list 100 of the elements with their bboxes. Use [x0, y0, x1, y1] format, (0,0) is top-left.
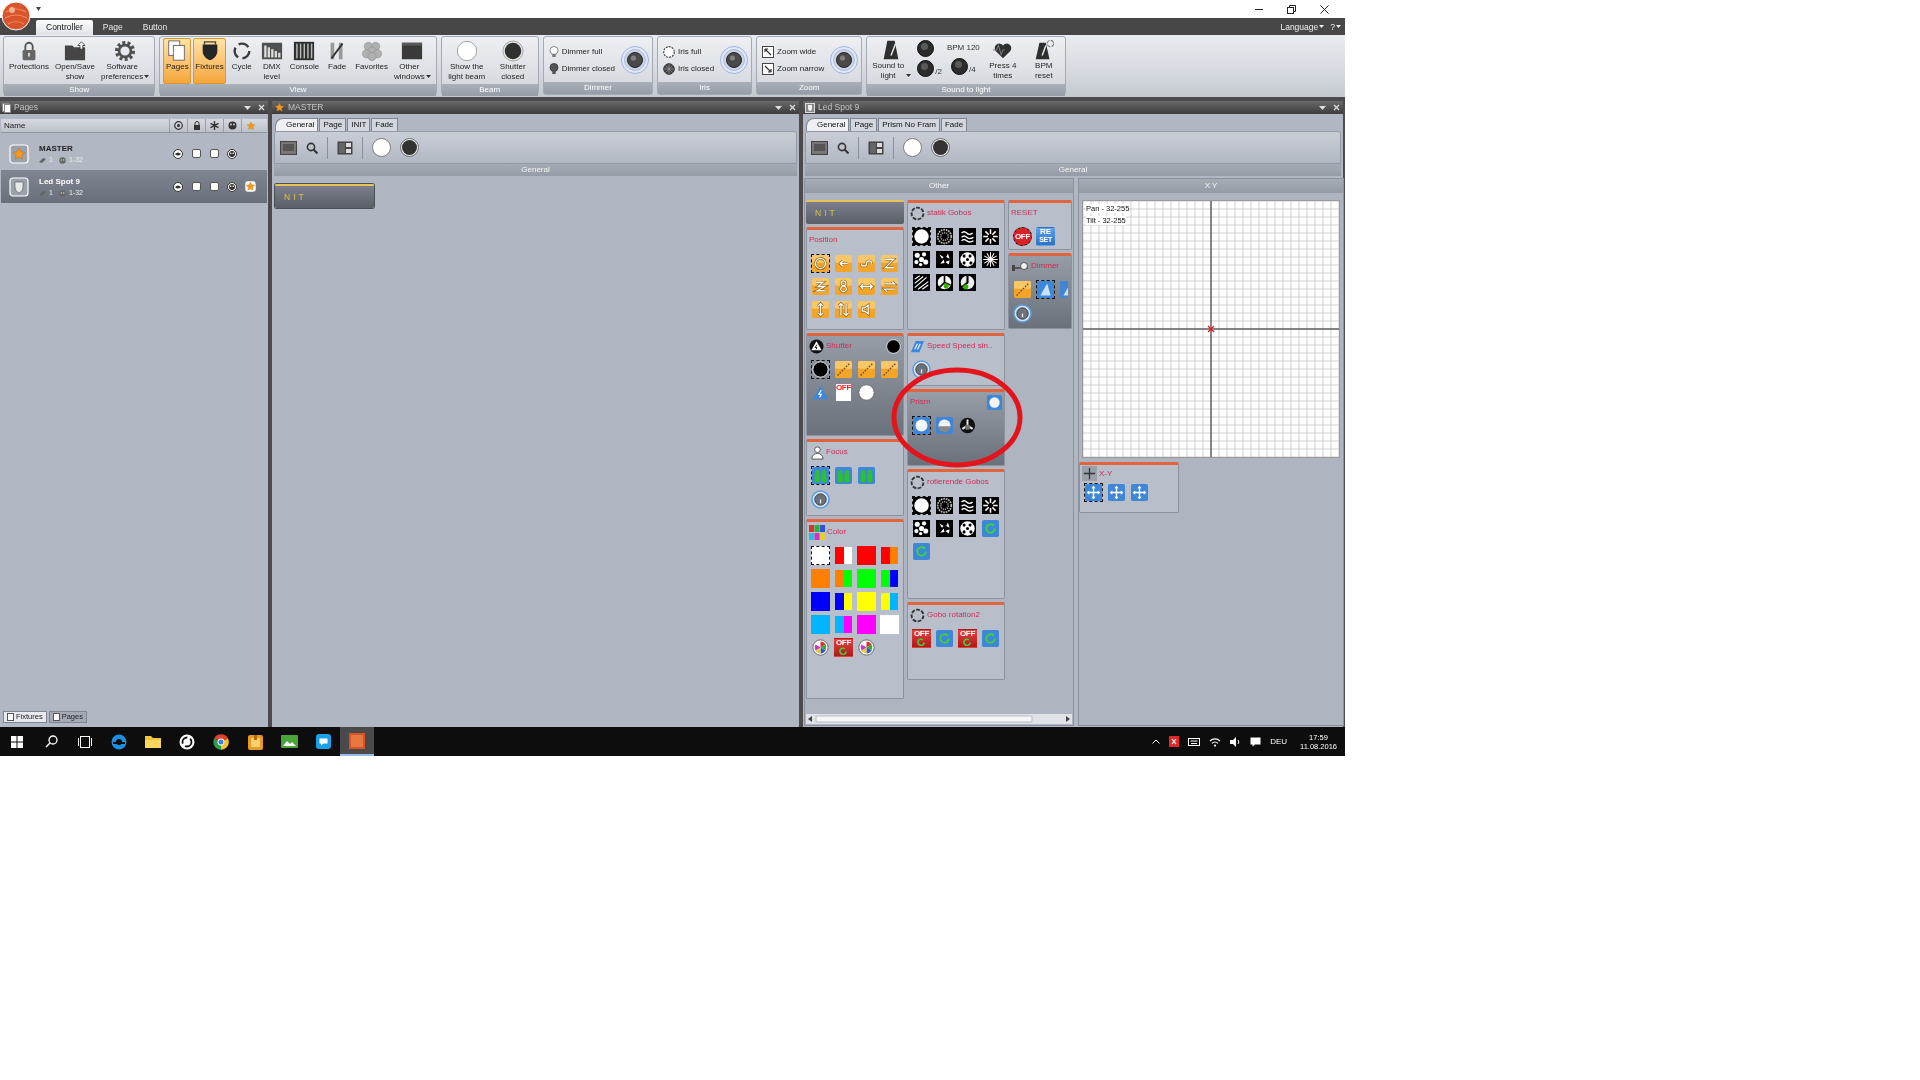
disc-icon[interactable] — [903, 138, 922, 157]
restore-icon[interactable] — [1287, 4, 1296, 14]
layout-icon[interactable] — [868, 140, 884, 155]
ribbon-small-button[interactable]: Iris full — [663, 45, 715, 58]
off-button[interactable]: OFF — [958, 629, 977, 648]
color-swatch[interactable] — [834, 546, 853, 565]
color-swatch[interactable] — [811, 592, 830, 611]
ringed-disc-icon[interactable] — [400, 138, 419, 157]
gobo-icon[interactable] — [935, 496, 954, 515]
face-icon[interactable] — [227, 181, 237, 192]
color-swatch[interactable] — [857, 592, 876, 611]
app-logo-icon[interactable] — [1, 1, 31, 31]
notification-icon[interactable] — [1250, 736, 1262, 747]
ribbon-button[interactable]: Shutter closed — [490, 38, 535, 84]
ribbon-button[interactable]: Press 4 times — [984, 38, 1021, 84]
tempo-button[interactable]: /4 — [951, 58, 976, 75]
color-swatch[interactable] — [880, 546, 899, 565]
ribbon-button[interactable]: Pages — [163, 38, 192, 84]
keyboard-icon[interactable] — [1188, 737, 1201, 746]
checkbox[interactable] — [191, 149, 201, 158]
gobo-icon[interactable] — [912, 250, 931, 269]
sphere-icon[interactable] — [912, 416, 931, 435]
tab[interactable]: Fade — [940, 118, 968, 131]
color-swatch[interactable] — [857, 615, 876, 634]
ribbon-button[interactable]: Protections — [7, 38, 52, 84]
beam-icon[interactable] — [1036, 280, 1055, 299]
gobo-icon[interactable] — [935, 519, 954, 538]
close-icon[interactable] — [1320, 4, 1329, 14]
color-swatch[interactable] — [834, 592, 853, 611]
eye-icon[interactable] — [173, 181, 183, 192]
color-swatch[interactable] — [811, 546, 830, 565]
tab[interactable]: Page — [850, 118, 878, 131]
gobo-icon[interactable] — [958, 519, 977, 538]
gobo-icon[interactable] — [958, 496, 977, 515]
color-swatch[interactable] — [857, 569, 876, 588]
layout-icon[interactable] — [337, 140, 353, 155]
tab[interactable]: General — [806, 118, 850, 131]
gobo-icon[interactable] — [935, 273, 954, 292]
search-icon[interactable] — [306, 141, 318, 154]
move-arrows-icon[interactable] — [1084, 483, 1103, 502]
off-button[interactable]: OFF — [912, 629, 931, 648]
chevron-up-icon[interactable] — [1152, 739, 1161, 744]
knob-icon[interactable] — [912, 360, 931, 379]
dropdown-icon[interactable] — [244, 105, 251, 110]
monitor-icon[interactable] — [280, 140, 297, 155]
monitor-icon[interactable] — [811, 140, 828, 155]
people-icon[interactable] — [811, 466, 830, 485]
dropdown-icon[interactable] — [1319, 105, 1326, 110]
gobo-icon[interactable] — [912, 273, 931, 292]
ribbon-small-button[interactable]: Dimmer full — [548, 45, 616, 58]
color-swatch[interactable] — [811, 615, 830, 634]
volume-icon[interactable] — [1230, 736, 1242, 747]
disc-icon[interactable] — [857, 383, 876, 402]
ribbon-button[interactable]: Other windows — [392, 38, 433, 84]
knob-icon[interactable] — [720, 46, 749, 74]
ribbon-button[interactable]: Favorites — [353, 38, 391, 84]
knob-icon[interactable] — [811, 490, 830, 509]
color-swatch[interactable] — [811, 569, 830, 588]
color-swatch[interactable] — [857, 546, 876, 565]
ringed-disc-icon[interactable] — [931, 138, 950, 157]
tab[interactable]: Prism No Fram — [878, 118, 940, 131]
color-swatch[interactable] — [880, 592, 899, 611]
movement-icon[interactable] — [811, 254, 830, 273]
ribbon-button[interactable]: Fade — [323, 38, 352, 84]
help-menu[interactable]: ? — [1330, 20, 1341, 35]
ribbon-tab[interactable]: Page — [92, 20, 133, 35]
ribbon-button[interactable]: Open/Save show — [53, 38, 98, 84]
gobo-icon[interactable] — [912, 519, 931, 538]
spoke-disc-icon[interactable] — [958, 416, 977, 435]
wifi-icon[interactable] — [1209, 736, 1222, 747]
language-menu[interactable]: Language — [1280, 20, 1325, 35]
disc-icon[interactable] — [372, 138, 391, 157]
ribbon-button[interactable]: Sound to light — [870, 38, 913, 84]
color-wheel-icon[interactable] — [811, 638, 830, 657]
gobo-icon[interactable] — [958, 273, 977, 292]
checkbox[interactable] — [209, 182, 219, 191]
color-swatch[interactable] — [880, 569, 899, 588]
ribbon-small-button[interactable]: Dimmer closed — [548, 62, 616, 75]
face-icon[interactable] — [227, 148, 237, 159]
checkbox[interactable] — [191, 182, 201, 191]
gobo-icon[interactable] — [935, 227, 954, 246]
ribbon-button[interactable]: Software preferences — [99, 38, 152, 84]
knob-icon[interactable] — [1013, 304, 1032, 323]
gobo-icon[interactable] — [912, 227, 931, 246]
tab[interactable]: Page — [319, 118, 347, 131]
color-swatch[interactable] — [880, 615, 899, 634]
error-icon[interactable] — [1169, 736, 1180, 747]
off-button[interactable]: OFF — [1013, 227, 1032, 246]
gobo-icon[interactable] — [958, 250, 977, 269]
ribbon-button[interactable]: BPM reset — [1025, 38, 1062, 84]
dropdown-icon[interactable] — [775, 105, 782, 110]
round-button-icon[interactable] — [917, 40, 935, 57]
ribbon-small-button[interactable]: Zoom wide — [762, 45, 825, 58]
eye-icon[interactable] — [173, 148, 183, 159]
star-icon[interactable] — [244, 181, 256, 192]
gobo-icon[interactable] — [981, 250, 1000, 269]
closed-disc-icon[interactable] — [811, 360, 830, 379]
gobo-icon[interactable] — [981, 496, 1000, 515]
tab[interactable]: General — [275, 118, 319, 131]
knob-icon[interactable] — [621, 46, 650, 74]
